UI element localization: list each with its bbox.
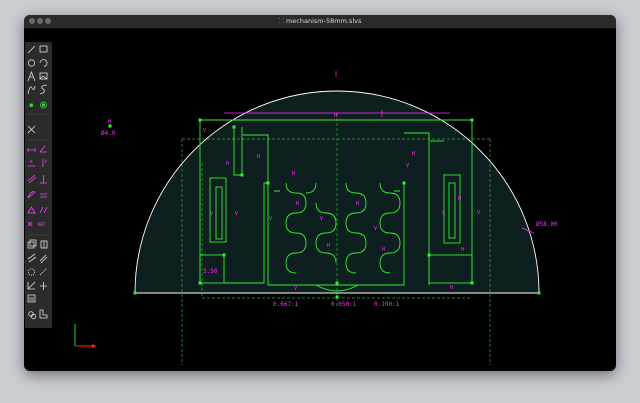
ratio-mid-dim: 0.050:1 — [331, 301, 357, 308]
svg-text:REF: REF — [38, 222, 46, 227]
arc-icon[interactable] — [39, 59, 48, 67]
app-window: ⸬ mechanism-58mm.slvs H V H H V V V H H … — [24, 15, 616, 371]
ratio-left-dim: 0.667:1 — [273, 301, 299, 308]
bezier-icon[interactable] — [39, 84, 48, 95]
svg-text:H: H — [226, 161, 229, 167]
svg-text:V: V — [406, 163, 409, 169]
svg-text:H: H — [257, 154, 260, 160]
revolve-icon[interactable] — [27, 253, 37, 263]
svg-text:V: V — [210, 211, 213, 217]
svg-text:H: H — [356, 201, 359, 207]
nearest-ortho-icon[interactable] — [27, 281, 36, 290]
spline-icon[interactable] — [27, 85, 36, 95]
svg-text:V: V — [294, 286, 297, 292]
ratio-right-dim: 0.100:1 — [374, 301, 400, 308]
svg-text:H: H — [450, 285, 453, 291]
distance-constraint-icon[interactable] — [27, 148, 36, 152]
angle-constraint-icon[interactable] — [39, 145, 47, 153]
svg-text:V: V — [442, 211, 445, 217]
svg-text:H: H — [334, 113, 337, 119]
svg-text:V: V — [235, 211, 238, 217]
svg-text:V: V — [269, 216, 272, 222]
nearest-iso-icon[interactable] — [40, 282, 47, 290]
svg-text:V: V — [203, 128, 206, 134]
horizontal-constraint-icon[interactable]: H — [28, 159, 35, 167]
extruded-region — [135, 91, 539, 293]
svg-text:H: H — [458, 196, 461, 202]
svg-text:H: H — [296, 201, 299, 207]
extrude-icon[interactable] — [27, 239, 37, 249]
equal-constraint-icon[interactable] — [40, 193, 47, 198]
import-icon[interactable] — [27, 294, 36, 303]
point-icon[interactable] — [29, 103, 33, 107]
line-icon[interactable] — [27, 45, 36, 54]
diameter-arc-dim: Ø58.00 — [536, 221, 558, 228]
step-translate-icon[interactable] — [27, 268, 36, 276]
svg-text:H: H — [382, 247, 385, 253]
svg-text:H: H — [412, 151, 415, 157]
image-icon[interactable] — [39, 72, 48, 80]
sheet-icon[interactable] — [39, 309, 48, 319]
svg-text:V: V — [374, 226, 377, 232]
svg-text:H: H — [327, 243, 330, 249]
svg-text:H: H — [461, 247, 464, 253]
step-rotate-icon[interactable] — [39, 267, 48, 276]
ref-toggle[interactable]: REF — [27, 221, 46, 227]
sketch-canvas[interactable]: H V H H V V V H H V H H V H V H V H V H … — [24, 15, 616, 371]
tangent-constraint-icon[interactable] — [27, 191, 36, 199]
symmetric-constraint-icon[interactable] — [39, 206, 48, 214]
toolbar: H V REF — [25, 42, 52, 328]
workplane-icon[interactable] — [40, 101, 47, 109]
toolbar-icons: H V REF — [27, 45, 49, 320]
rectangle-icon[interactable] — [39, 45, 48, 53]
svg-text:V: V — [477, 210, 480, 216]
small-length-dim: 3.50 — [203, 268, 218, 275]
svg-text:V: V — [45, 159, 48, 164]
svg-text:H: H — [108, 119, 111, 125]
axis-indicator — [74, 324, 96, 348]
svg-text:V: V — [320, 216, 323, 222]
circle-icon[interactable] — [27, 59, 36, 67]
vertical-constraint-icon[interactable]: V — [42, 159, 48, 167]
lathe-icon[interactable] — [40, 240, 48, 249]
helix-icon[interactable] — [39, 254, 48, 264]
midpoint-constraint-icon[interactable] — [27, 206, 36, 214]
text-icon[interactable] — [27, 70, 36, 82]
svg-text:H: H — [30, 159, 33, 164]
perpendicular-constraint-icon[interactable] — [40, 175, 47, 184]
parallel-constraint-icon[interactable] — [27, 174, 37, 184]
diameter-top-dim: Ø4.0 — [101, 130, 116, 137]
trim-icon[interactable] — [27, 125, 36, 134]
svg-text:H: H — [292, 171, 295, 177]
link-icon[interactable] — [28, 311, 37, 320]
